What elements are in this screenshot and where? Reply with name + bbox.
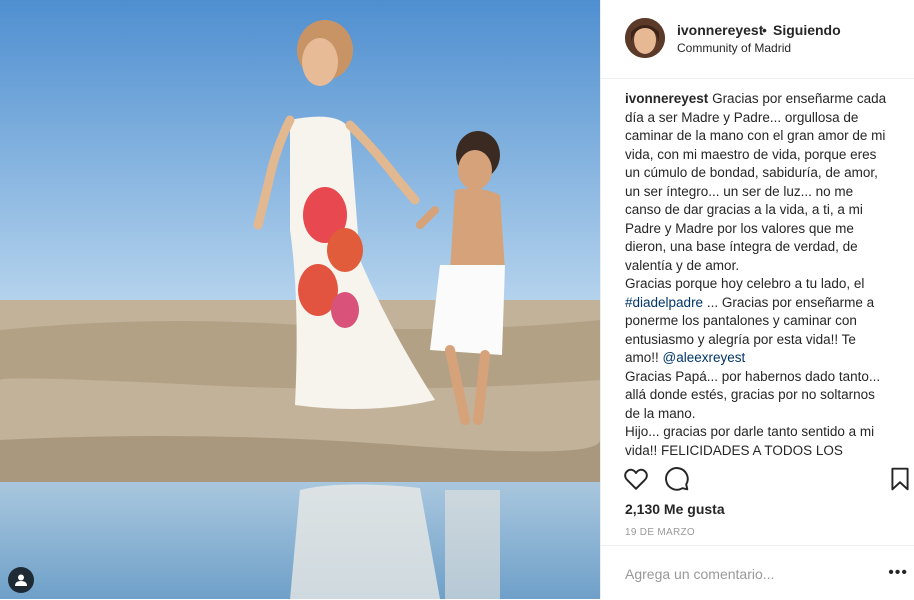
caption-text-2a: Gracias porque hoy celebro a tu lado, el (625, 276, 865, 291)
likes-count[interactable]: 2,130 Me gusta (625, 501, 725, 517)
post-caption: ivonnereyest Gracias por enseñarme cada … (625, 90, 887, 456)
post-side-panel: ivonnereyest • Siguiendo Community of Ma… (600, 0, 914, 599)
comment-bar: Agrega un comentario... ••• (601, 545, 914, 600)
caption-paragraph-2: Gracias porque hoy celebro a tu lado, el… (625, 275, 887, 368)
post-photo[interactable] (0, 0, 600, 599)
hashtag-link[interactable]: #diadelpadre (625, 295, 703, 310)
avatar[interactable] (625, 18, 665, 58)
caption-paragraph-3: Gracias Papá... por habernos dado tanto.… (625, 368, 881, 421)
post-header: ivonnereyest • Siguiendo Community of Ma… (601, 0, 914, 79)
caption-username[interactable]: ivonnereyest (625, 91, 708, 106)
heart-icon[interactable] (623, 466, 649, 492)
bookmark-icon[interactable] (887, 466, 913, 492)
caption-paragraph-4: Hijo... gracias por darle tanto sentido … (625, 424, 875, 456)
more-options-icon[interactable]: ••• (888, 564, 908, 582)
comment-input[interactable]: Agrega un comentario... (625, 566, 774, 582)
location-link[interactable]: Community of Madrid (677, 41, 791, 55)
post-date[interactable]: 19 DE MARZO (625, 527, 695, 538)
user-tag-icon[interactable] (8, 567, 34, 593)
action-bar (601, 458, 914, 498)
header-username[interactable]: ivonnereyest (677, 22, 763, 38)
comment-icon[interactable] (664, 466, 690, 492)
beach-photo (0, 0, 600, 599)
mention-link[interactable]: @aleexreyest (663, 350, 746, 365)
header-separator: • (762, 22, 767, 38)
follow-status-button[interactable]: Siguiendo (773, 22, 841, 38)
caption-paragraph-1: ivonnereyest Gracias por enseñarme cada … (625, 90, 887, 275)
caption-text-1: Gracias por enseñarme cada día a ser Mad… (625, 91, 887, 273)
